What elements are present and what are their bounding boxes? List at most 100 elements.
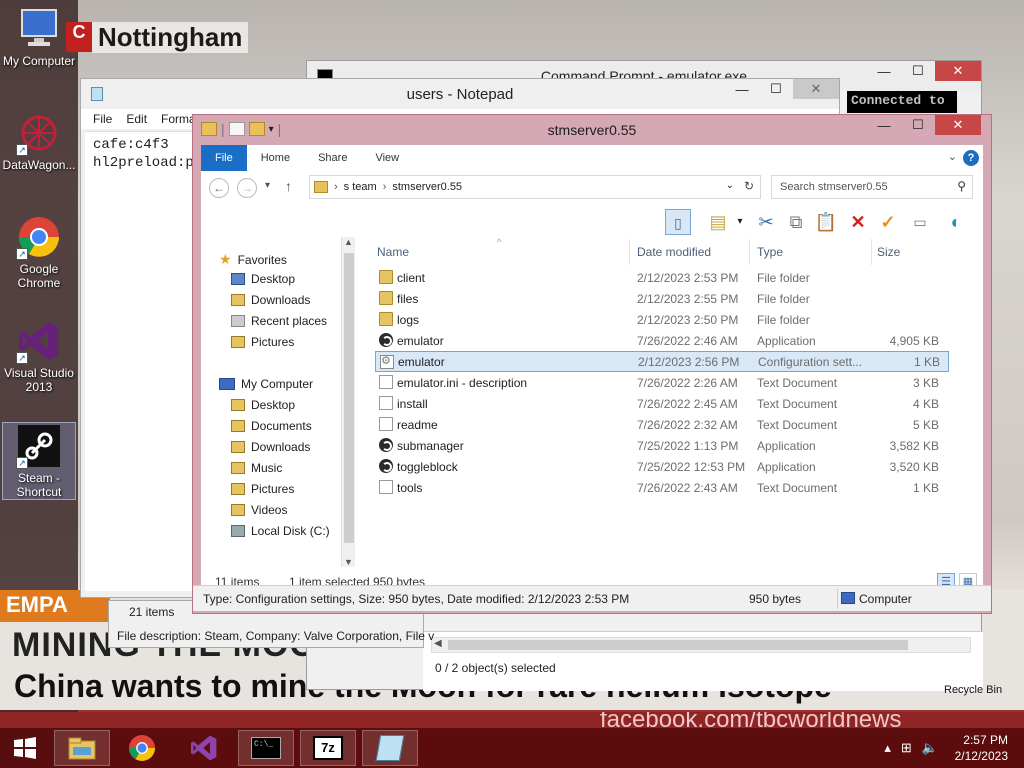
column-divider[interactable] [749,239,750,265]
back-arrow-icon[interactable]: ← [209,178,229,198]
file-row[interactable]: client 2/12/2023 2:53 PM File folder [375,267,949,288]
column-divider[interactable] [629,239,630,265]
delete-icon[interactable]: ✕ [845,209,871,235]
recent-locations-icon[interactable]: ▾ [265,180,270,191]
network-icon[interactable]: ⊞ [901,740,912,756]
taskbar-visual-studio[interactable] [176,730,232,766]
scroll-left-icon[interactable]: ◀ [434,638,442,649]
chevron-down-icon[interactable]: ▾ [269,124,274,135]
close-button[interactable]: ✕ [935,115,981,135]
taskbar-chrome[interactable] [114,730,170,766]
cut-icon[interactable]: ✂ [753,209,779,235]
nav-item-downloads[interactable]: Downloads [231,293,310,307]
scroll-down-icon[interactable]: ▼ [344,557,353,567]
minimize-button[interactable]: — [725,79,759,99]
explorer-title-bar[interactable]: | ▾ | stmserver0.55 — ☐ ✕ [193,115,991,145]
refresh-icon[interactable]: ↻ [744,179,754,193]
shell-icon[interactable]: ◐ [943,209,969,235]
nav-item-documents[interactable]: Documents [231,419,312,433]
taskbar-command-prompt[interactable]: C:\_ [238,730,294,766]
breadcrumb-segment[interactable]: s team [344,181,377,193]
column-header-name[interactable]: Name [377,245,409,259]
up-arrow-icon[interactable]: ↑ [285,178,292,194]
chevron-down-icon[interactable]: ⌄ [948,150,957,163]
column-header-size[interactable]: Size [877,245,900,259]
desktop-icon-visual-studio[interactable]: ↗ Visual Studio 2013 [2,318,76,394]
minimize-button[interactable]: — [867,115,901,135]
nav-item-recent-places[interactable]: Recent places [231,314,327,328]
nav-item-local-disk[interactable]: Local Disk (C:) [231,524,330,538]
volume-icon[interactable]: 🔈 [922,740,938,756]
column-divider[interactable] [871,239,872,265]
menu-file[interactable]: File [93,112,112,126]
file-row[interactable]: emulator 2/12/2023 2:56 PM Configuration s… [375,351,949,372]
maximize-button[interactable]: ☐ [759,79,793,99]
horizontal-scrollbar[interactable]: ◀ [431,637,971,653]
desktop-icon-steam[interactable]: ↗ Steam - Shortcut [2,422,76,500]
file-row[interactable]: logs 2/12/2023 2:50 PM File folder [375,309,949,330]
notepad-title-bar[interactable]: users - Notepad — ☐ ✕ [81,79,839,109]
tab-home[interactable]: Home [247,145,304,171]
nav-item-downloads-2[interactable]: Downloads [231,440,310,454]
file-row[interactable]: emulator 7/26/2022 2:46 AM Application 4,90… [375,330,949,351]
file-row[interactable]: tools 7/26/2022 2:43 AM Text Document 1 KB [375,477,949,498]
nav-item-music[interactable]: Music [231,461,282,475]
close-button[interactable]: ✕ [793,79,839,99]
copy-icon[interactable]: ⧉ [783,209,809,235]
tab-share[interactable]: Share [304,145,361,171]
taskbar-notepad[interactable] [362,730,418,766]
close-button[interactable]: ✕ [935,61,981,81]
nav-item-desktop[interactable]: Desktop [231,272,295,286]
maximize-button[interactable]: ☐ [901,115,935,135]
menu-format[interactable]: Forma [161,112,196,126]
file-row[interactable]: readme 7/26/2022 2:32 AM Text Document 5 KB [375,414,949,435]
forward-arrow-icon[interactable]: → [237,178,257,198]
search-icon[interactable]: ⚲ [957,179,966,193]
nav-item-desktop-2[interactable]: Desktop [231,398,295,412]
minimize-button[interactable]: — [867,61,901,81]
explorer-window[interactable]: | ▾ | stmserver0.55 — ☐ ✕ File Home Shar… [192,114,992,614]
file-row[interactable]: submanager 7/25/2022 1:13 PM Application 3,… [375,435,949,456]
nav-my-computer[interactable]: My Computer [219,377,313,391]
tab-view[interactable]: View [361,145,413,171]
music-icon [231,462,245,474]
scroll-up-icon[interactable]: ▲ [344,237,353,247]
file-row[interactable]: toggleblock 7/25/2022 12:53 PM Application… [375,456,949,477]
file-row[interactable]: emulator.ini - description 7/26/2022 2:26… [375,372,949,393]
rename-icon[interactable]: ▭ [907,209,933,235]
chevron-down-icon[interactable]: ⌄ [726,180,734,191]
desktop-icon-my-computer[interactable]: My Computer [2,6,76,68]
breadcrumb-segment[interactable]: stmserver0.55 [392,181,462,193]
menu-edit[interactable]: Edit [126,112,147,126]
chevron-down-icon[interactable]: ▾ [727,209,753,235]
taskbar-file-explorer[interactable] [54,730,110,766]
preview-pane-icon[interactable]: ▯ [665,209,691,235]
desktop-icon-datawagon[interactable]: ↗ DataWagon... [2,110,76,172]
file-row[interactable]: files 2/12/2023 2:55 PM File folder [375,288,949,309]
nav-item-videos[interactable]: Videos [231,503,287,517]
tab-file[interactable]: File [201,145,247,171]
maximize-button[interactable]: ☐ [901,61,935,81]
address-bar[interactable]: › s team › stmserver0.55 ⌄ ↻ [309,175,761,199]
column-header-date[interactable]: Date modified [637,245,711,259]
taskbar-7zip[interactable]: 7z [300,730,356,766]
help-icon[interactable]: ? [963,150,979,166]
checkmark-icon[interactable]: ✓ [875,209,901,235]
start-button[interactable] [2,730,48,766]
scrollbar-thumb[interactable] [344,253,354,543]
nav-item-pictures-2[interactable]: Pictures [231,482,294,496]
properties-icon[interactable] [228,122,245,136]
new-folder-icon[interactable] [248,122,265,136]
scrollbar-thumb[interactable] [448,640,908,650]
search-input[interactable]: Search stmserver0.55 ⚲ [771,175,973,199]
nav-favorites[interactable]: ★ Favorites [219,251,287,268]
taskbar-clock[interactable]: 2:57 PM 2/12/2023 [955,732,1008,764]
file-row[interactable]: install 7/26/2022 2:45 AM Text Document 4 K… [375,393,949,414]
paste-icon[interactable]: 📋 [813,209,839,235]
recycle-bin-label[interactable]: Recycle Bin [944,684,1002,696]
desktop-icon-chrome[interactable]: ↗ Google Chrome [2,214,76,290]
nav-item-pictures[interactable]: Pictures [231,335,294,349]
column-header-type[interactable]: Type [757,245,783,259]
show-hidden-icons-icon[interactable]: ▴ [884,740,891,756]
vertical-scrollbar[interactable]: ▲ ▼ [341,237,355,567]
